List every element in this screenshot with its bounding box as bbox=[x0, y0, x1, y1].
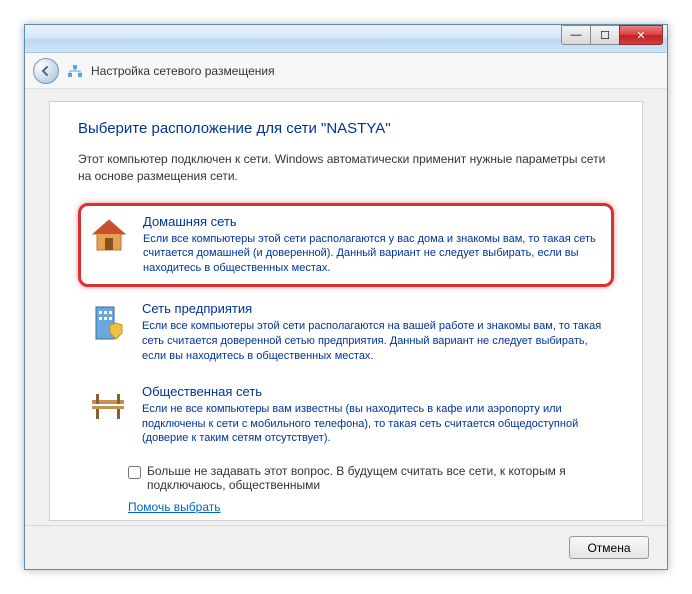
option-home-network[interactable]: Домашняя сеть Если все компьютеры этой с… bbox=[78, 203, 614, 288]
option-description: Если не все компьютеры вам известны (вы … bbox=[142, 402, 606, 447]
option-description: Если все компьютеры этой сети располагаю… bbox=[142, 319, 606, 364]
maximize-button[interactable]: ☐ bbox=[590, 25, 620, 45]
minimize-button[interactable]: — bbox=[561, 25, 591, 45]
maximize-icon: ☐ bbox=[600, 29, 610, 42]
option-title: Сеть предприятия bbox=[142, 301, 606, 316]
dont-ask-checkbox-row[interactable]: Больше не задавать этот вопрос. В будуще… bbox=[128, 464, 614, 492]
option-body: Общественная сеть Если не все компьютеры… bbox=[142, 384, 606, 447]
titlebar: — ☐ ✕ bbox=[25, 25, 667, 53]
option-title: Домашняя сеть bbox=[143, 214, 605, 229]
back-arrow-icon bbox=[40, 65, 52, 77]
option-body: Сеть предприятия Если все компьютеры это… bbox=[142, 301, 606, 364]
network-icon bbox=[67, 63, 83, 79]
help-link[interactable]: Помочь выбрать bbox=[128, 500, 221, 514]
page-heading: Выберите расположение для сети "NASTYA" bbox=[78, 120, 614, 137]
building-icon bbox=[86, 301, 130, 345]
option-work-network[interactable]: Сеть предприятия Если все компьютеры это… bbox=[78, 291, 614, 374]
network-options: Домашняя сеть Если все компьютеры этой с… bbox=[78, 203, 614, 457]
option-description: Если все компьютеры этой сети располагаю… bbox=[143, 232, 605, 277]
back-button[interactable] bbox=[33, 58, 59, 84]
dialog-title: Настройка сетевого размещения bbox=[91, 64, 275, 78]
cancel-button[interactable]: Отмена bbox=[569, 536, 649, 559]
dont-ask-checkbox[interactable] bbox=[128, 466, 141, 479]
header-row: Настройка сетевого размещения bbox=[25, 53, 667, 89]
option-title: Общественная сеть bbox=[142, 384, 606, 399]
close-icon: ✕ bbox=[636, 29, 645, 42]
content-area: Выберите расположение для сети "NASTYA" … bbox=[49, 101, 643, 521]
bench-icon bbox=[86, 384, 130, 428]
checkbox-label: Больше не задавать этот вопрос. В будуще… bbox=[147, 464, 614, 492]
close-button[interactable]: ✕ bbox=[619, 25, 663, 45]
home-icon bbox=[87, 214, 131, 258]
option-body: Домашняя сеть Если все компьютеры этой с… bbox=[143, 214, 605, 277]
dialog-footer: Отмена bbox=[25, 525, 667, 569]
option-public-network[interactable]: Общественная сеть Если не все компьютеры… bbox=[78, 374, 614, 457]
minimize-icon: — bbox=[571, 29, 582, 41]
window-controls: — ☐ ✕ bbox=[562, 25, 663, 45]
page-description: Этот компьютер подключен к сети. Windows… bbox=[78, 151, 614, 185]
dialog-window: — ☐ ✕ Настройка сетевого размещения Выбе… bbox=[24, 24, 668, 570]
